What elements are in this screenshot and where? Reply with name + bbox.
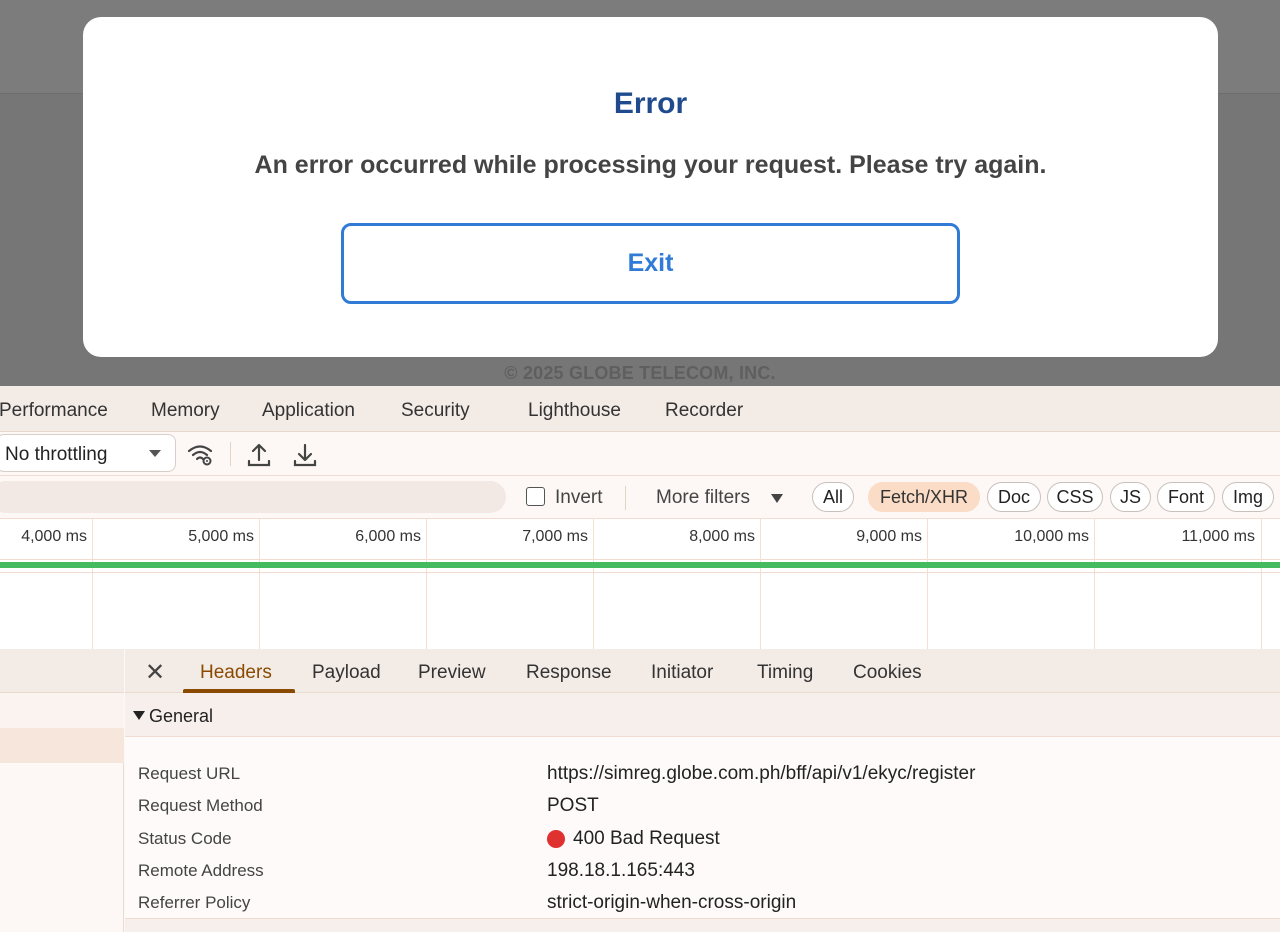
status-code-value: 400 Bad Request — [573, 828, 720, 849]
grid-line — [1094, 519, 1095, 649]
timeline-divider — [0, 572, 1280, 573]
download-icon[interactable] — [290, 440, 320, 470]
request-row-selected[interactable] — [0, 728, 124, 763]
tab-payload[interactable]: Payload — [312, 662, 381, 684]
tick-label: 8,000 ms — [689, 528, 755, 545]
header-value: strict-origin-when-cross-origin — [547, 892, 797, 913]
detail-tab-bar: ✕ Headers Payload Preview Response Initi… — [125, 649, 1280, 693]
grid-line — [593, 519, 594, 649]
network-overview-timeline[interactable]: 4,000 ms 5,000 ms 6,000 ms 7,000 ms 8,00… — [0, 519, 1280, 649]
chevron-down-icon — [149, 450, 161, 457]
devtools-tab-bar: Performance Memory Application Security … — [0, 386, 1280, 432]
page-footer-copyright: © 2025 GLOBE TELECOM, INC. — [504, 363, 776, 383]
filter-input[interactable] — [0, 481, 506, 513]
tab-recorder[interactable]: Recorder — [665, 400, 743, 422]
invert-label[interactable]: Invert — [555, 487, 603, 509]
header-name: Referrer Policy — [138, 893, 251, 912]
close-icon[interactable]: ✕ — [145, 658, 165, 687]
timeline-ruler: 4,000 ms 5,000 ms 6,000 ms 7,000 ms 8,00… — [0, 519, 1280, 560]
more-filters-button[interactable]: More filters — [656, 487, 750, 509]
error-dialog: Error An error occurred while processing… — [83, 17, 1218, 357]
header-name: Status Code — [138, 829, 232, 848]
filter-chip-font[interactable]: Font — [1157, 482, 1215, 512]
exit-button[interactable]: Exit — [341, 223, 960, 304]
tab-application[interactable]: Application — [262, 400, 355, 422]
toolbar-divider — [230, 442, 231, 466]
tab-security[interactable]: Security — [401, 400, 470, 422]
grid-line — [92, 519, 93, 649]
grid-line — [927, 519, 928, 649]
filter-chip-img[interactable]: Img — [1222, 482, 1274, 512]
grid-line — [760, 519, 761, 649]
filter-chip-fetch-xhr[interactable]: Fetch/XHR — [868, 482, 980, 512]
upload-icon[interactable] — [244, 440, 274, 470]
tick-label: 11,000 ms — [1181, 528, 1255, 545]
tab-preview[interactable]: Preview — [418, 662, 486, 684]
general-section-label: General — [149, 706, 214, 726]
tick-label: 5,000 ms — [188, 528, 254, 545]
general-section-header[interactable]: General — [125, 693, 1280, 737]
tab-lighthouse[interactable]: Lighthouse — [528, 400, 621, 422]
triangle-down-icon — [771, 494, 783, 503]
request-details-pane: ✕ Headers Payload Preview Response Initi… — [125, 649, 1280, 932]
throttling-select[interactable]: No throttling — [0, 434, 176, 472]
request-list — [0, 649, 124, 932]
dialog-title: Error — [613, 87, 688, 120]
grid-line — [259, 519, 260, 649]
tick-label: 9,000 ms — [856, 528, 922, 545]
tab-timing[interactable]: Timing — [757, 662, 813, 684]
tab-initiator[interactable]: Initiator — [651, 662, 713, 684]
header-name: Request Method — [138, 796, 263, 815]
request-row[interactable] — [0, 693, 124, 728]
filter-divider — [625, 486, 626, 510]
filter-chip-all[interactable]: All — [812, 482, 854, 512]
network-toolbar: No throttling — [0, 432, 1280, 476]
header-name: Request URL — [138, 764, 241, 783]
tick-label: 6,000 ms — [355, 528, 421, 545]
filter-chip-css[interactable]: CSS — [1047, 482, 1103, 512]
tab-performance[interactable]: Performance — [0, 400, 108, 422]
header-value: https://simreg.globe.com.ph/bff/api/v1/e… — [547, 763, 976, 784]
wifi-gear-icon[interactable] — [185, 440, 215, 470]
grid-line — [1261, 519, 1262, 649]
triangle-down-icon — [133, 711, 145, 720]
tab-cookies[interactable]: Cookies — [853, 662, 922, 684]
tick-label: 7,000 ms — [522, 528, 588, 545]
header-value: POST — [547, 795, 599, 816]
request-detail-area: ✕ Headers Payload Preview Response Initi… — [0, 649, 1280, 932]
header-value: 198.18.1.165:443 — [547, 860, 695, 881]
next-section-header — [125, 919, 1280, 932]
tick-label: 4,000 ms — [21, 528, 87, 545]
filter-chip-doc[interactable]: Doc — [987, 482, 1041, 512]
devtools-panel: Performance Memory Application Security … — [0, 386, 1280, 932]
request-list-header — [0, 649, 124, 693]
tab-headers[interactable]: Headers — [200, 662, 272, 684]
status-error-dot — [547, 830, 565, 848]
checkbox-icon[interactable] — [526, 487, 545, 506]
header-name: Remote Address — [138, 861, 264, 880]
grid-line — [426, 519, 427, 649]
dialog-message: An error occurred while processing your … — [254, 151, 1047, 179]
filter-chip-js[interactable]: JS — [1110, 482, 1151, 512]
tab-response[interactable]: Response — [526, 662, 612, 684]
request-waterfall-bar — [0, 562, 1280, 568]
tab-memory[interactable]: Memory — [151, 400, 220, 422]
page-overlay: © 2025 GLOBE TELECOM, INC. Error An erro… — [0, 0, 1280, 386]
filter-bar: Invert More filters All Fetch/XHR Doc CS… — [0, 476, 1280, 519]
tick-label: 10,000 ms — [1014, 528, 1089, 545]
throttling-value: No throttling — [5, 444, 108, 465]
